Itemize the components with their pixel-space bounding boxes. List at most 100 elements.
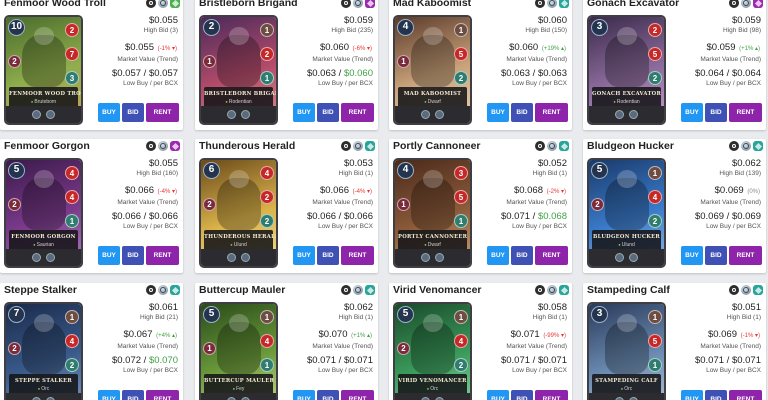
buy-button[interactable]: BUY <box>681 390 703 400</box>
bid-button[interactable]: BID <box>122 103 144 122</box>
card-art[interactable]: 4 3 5 1 1 Portly Cannoneer Dwarf <box>393 158 472 268</box>
card-title[interactable]: Steppe Stalker <box>4 284 77 296</box>
card-art[interactable]: 6 4 2 2 2 Thunderous Herald Ulund <box>199 158 278 268</box>
current-price: $0.059 <box>731 15 761 26</box>
buy-button[interactable]: BUY <box>98 103 120 122</box>
high-bid-count: (160) <box>162 170 178 177</box>
rent-button[interactable]: RENT <box>729 246 762 265</box>
gear-icon[interactable] <box>341 285 351 295</box>
bid-button[interactable]: BID <box>317 246 339 265</box>
card-art[interactable]: 10 2 7 3 2 Fenmoor Wood Troll Brutebom <box>4 15 83 125</box>
card-listing[interactable]: Mad Kaboomist 4 1 5 2 1 Mad Kaboomist Dwarf $0.0… <box>389 0 572 130</box>
market-value: $0.071 <box>510 329 540 340</box>
buy-button[interactable]: BUY <box>98 390 120 400</box>
rent-button[interactable]: RENT <box>729 103 762 122</box>
card-listing[interactable]: Steppe Stalker 7 1 4 2 2 Steppe Stalker Orc $0.0… <box>0 283 183 400</box>
rent-button[interactable]: RENT <box>535 103 568 122</box>
rent-button[interactable]: RENT <box>146 390 179 400</box>
price-panel: $0.053 High Bid (1) $0.066 (-4% ▾) Market V… <box>281 158 373 231</box>
card-title[interactable]: Thunderous Herald <box>199 140 295 152</box>
card-stat-badge: 2 <box>648 71 662 85</box>
rent-button[interactable]: RENT <box>341 103 374 122</box>
card-listing[interactable]: Bristleborn Brigand 2 1 2 1 1 Bristleborn Brig… <box>195 0 378 130</box>
card-title[interactable]: Fenmoor Wood Troll <box>4 0 106 9</box>
low-buy-label: Low Buy / per BCX <box>512 367 567 374</box>
card-art[interactable]: 3 2 5 2 Gonach Excavator Rodentian <box>587 15 666 125</box>
market-change: (+1% ▴) <box>739 46 760 52</box>
rent-button[interactable]: RENT <box>341 246 374 265</box>
bid-button[interactable]: BID <box>122 246 144 265</box>
buy-button[interactable]: BUY <box>293 246 315 265</box>
bid-button[interactable]: BID <box>317 103 339 122</box>
buy-button[interactable]: BUY <box>293 103 315 122</box>
bid-button[interactable]: BID <box>511 390 533 400</box>
bid-button[interactable]: BID <box>511 246 533 265</box>
card-listing[interactable]: Bludgeon Hucker 5 1 4 2 2 Bludgeon Hucker Ulund… <box>583 139 766 273</box>
gear-icon[interactable] <box>146 141 156 151</box>
buy-button[interactable]: BUY <box>681 246 703 265</box>
card-art[interactable]: 2 1 2 1 1 Bristleborn Brigand Rodentian <box>199 15 278 125</box>
card-listing[interactable]: Portly Cannoneer 4 3 5 1 1 Portly Cannoneer Dwa… <box>389 139 572 273</box>
card-stat-badge: 1 <box>454 214 468 228</box>
gear-icon[interactable] <box>341 0 351 8</box>
card-title[interactable]: Buttercup Mauler <box>199 284 285 296</box>
card-title[interactable]: Bristleborn Brigand <box>199 0 298 9</box>
card-art[interactable]: 5 1 4 2 2 Bludgeon Hucker Ulund <box>587 158 666 268</box>
rent-button[interactable]: RENT <box>535 246 568 265</box>
buy-button[interactable]: BUY <box>487 390 509 400</box>
card-listing[interactable]: Buttercup Mauler 5 1 4 1 1 Buttercup Mauler Fey… <box>195 283 378 400</box>
card-title[interactable]: Stampeding Calf <box>587 284 670 296</box>
card-title[interactable]: Virid Venomancer <box>393 284 482 296</box>
bid-button[interactable]: BID <box>511 103 533 122</box>
card-art[interactable]: 4 1 5 2 1 Mad Kaboomist Dwarf <box>393 15 472 125</box>
bid-button[interactable]: BID <box>705 246 727 265</box>
gear-icon[interactable] <box>729 285 739 295</box>
gear-icon[interactable] <box>341 141 351 151</box>
gear-icon[interactable] <box>535 285 545 295</box>
card-title[interactable]: Gonach Excavator <box>587 0 679 9</box>
gear-icon[interactable] <box>729 141 739 151</box>
market-value-label: Market Value (Trend) <box>117 199 178 206</box>
buy-button[interactable]: BUY <box>681 103 703 122</box>
high-bid-count: (21) <box>166 314 178 321</box>
card-title[interactable]: Portly Cannoneer <box>393 140 481 152</box>
gear-icon[interactable] <box>146 285 156 295</box>
card-art[interactable]: 5 1 4 1 1 Buttercup Mauler Fey <box>199 302 278 400</box>
card-listing[interactable]: Virid Venomancer 5 1 4 2 2 Virid Venomancer Orc… <box>389 283 572 400</box>
rent-button[interactable]: RENT <box>729 390 762 400</box>
card-title[interactable]: Fenmoor Gorgon <box>4 140 90 152</box>
card-listing[interactable]: Gonach Excavator 3 2 5 2 Gonach Excavator Rode… <box>583 0 766 130</box>
gear-icon[interactable] <box>729 0 739 8</box>
card-listing[interactable]: Thunderous Herald 6 4 2 2 2 Thunderous Herald U… <box>195 139 378 273</box>
rent-button[interactable]: RENT <box>146 246 179 265</box>
card-character-figure <box>605 27 649 87</box>
gear-icon[interactable] <box>535 0 545 8</box>
card-listing[interactable]: Fenmoor Gorgon 5 4 4 1 2 Fenmoor Gorgon Saurian… <box>0 139 183 273</box>
bid-button[interactable]: BID <box>317 390 339 400</box>
rent-button[interactable]: RENT <box>535 390 568 400</box>
bid-button[interactable]: BID <box>705 390 727 400</box>
card-listing[interactable]: Stampeding Calf 3 1 5 1 Stampeding Calf Orc $0.… <box>583 283 766 400</box>
bid-button[interactable]: BID <box>122 390 144 400</box>
bid-button[interactable]: BID <box>705 103 727 122</box>
high-bid-count: (235) <box>357 27 373 34</box>
market-value: $0.066 <box>319 185 349 196</box>
card-ability-bar <box>589 106 664 123</box>
gear-icon[interactable] <box>535 141 545 151</box>
card-title[interactable]: Bludgeon Hucker <box>587 140 674 152</box>
rent-button[interactable]: RENT <box>341 390 374 400</box>
buy-button[interactable]: BUY <box>487 103 509 122</box>
card-art[interactable]: 5 1 4 2 2 Virid Venomancer Orc <box>393 302 472 400</box>
buy-button[interactable]: BUY <box>98 246 120 265</box>
card-art[interactable]: 3 1 5 1 Stampeding Calf Orc <box>587 302 666 400</box>
rent-button[interactable]: RENT <box>146 103 179 122</box>
card-art[interactable]: 5 4 4 1 2 Fenmoor Gorgon Saurian <box>4 158 83 268</box>
card-title[interactable]: Mad Kaboomist <box>393 0 471 9</box>
buy-button[interactable]: BUY <box>293 390 315 400</box>
gear-icon[interactable] <box>146 0 156 8</box>
card-art[interactable]: 7 1 4 2 2 Steppe Stalker Orc <box>4 302 83 400</box>
buy-button[interactable]: BUY <box>487 246 509 265</box>
card-listing[interactable]: Fenmoor Wood Troll 10 2 7 3 2 Fenmoor Wood Tro… <box>0 0 183 130</box>
card-stat-badge: 1 <box>65 214 79 228</box>
low-buy-price: $0.066 <box>111 211 142 222</box>
